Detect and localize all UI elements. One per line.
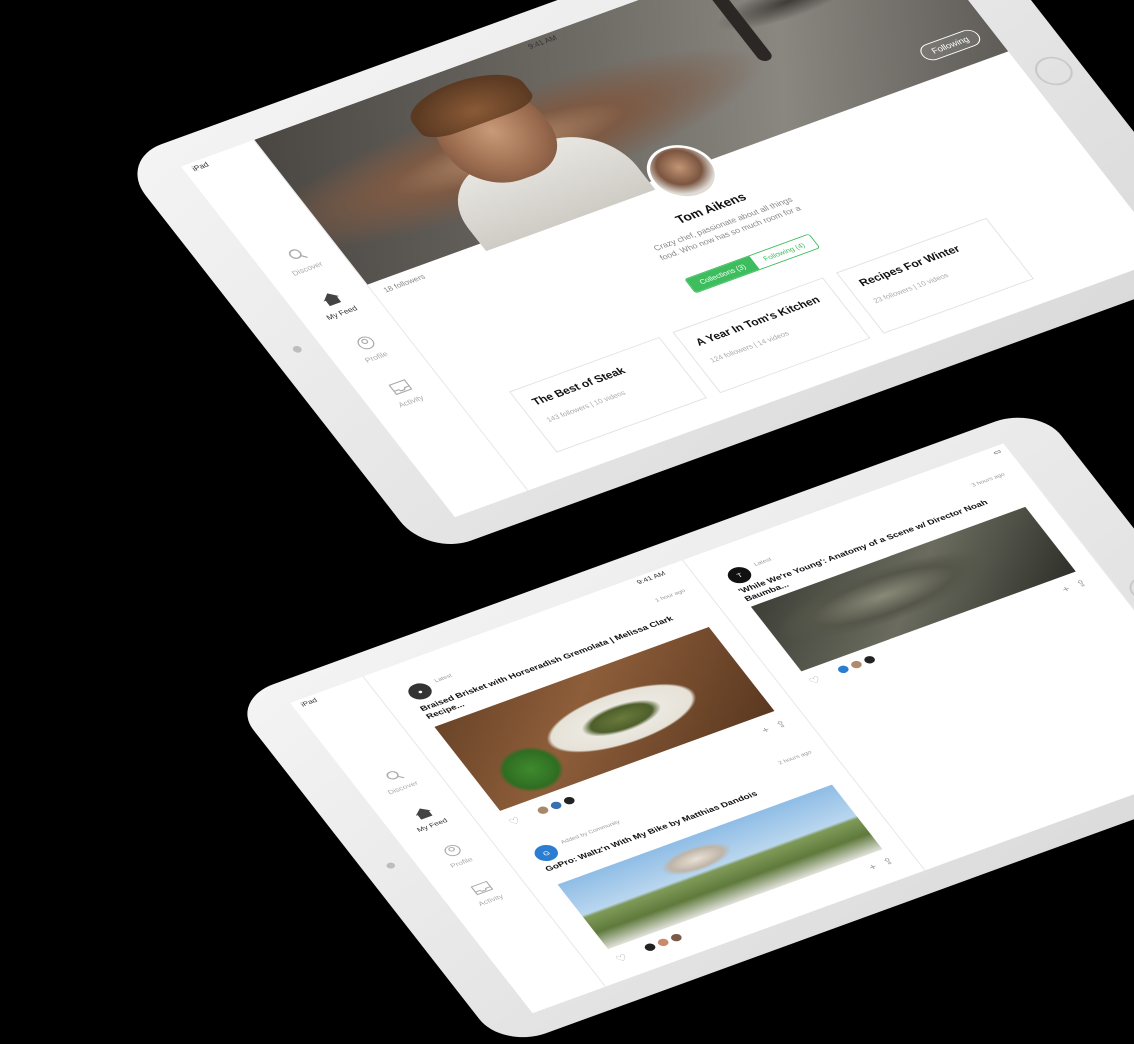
follower-avatar (860, 653, 879, 666)
card-meta: Latest (433, 673, 454, 684)
add-icon[interactable]: + (866, 861, 880, 872)
card-actions-right: + ⇪ (1059, 577, 1090, 595)
home-icon (315, 287, 346, 309)
card-followers (641, 931, 686, 954)
tab-collections[interactable]: Collections (3) (685, 256, 760, 293)
card-meta: Latest (752, 556, 774, 568)
card-actions: ♡ (506, 815, 523, 828)
like-icon[interactable]: ♡ (806, 674, 823, 687)
follower-avatar (667, 931, 686, 944)
like-icon[interactable]: ♡ (613, 952, 630, 965)
add-icon[interactable]: + (759, 724, 773, 735)
following-button[interactable]: Following (916, 27, 985, 63)
like-icon[interactable]: ♡ (506, 815, 523, 828)
publisher-avatar[interactable]: ● (404, 680, 436, 703)
card-actions: ♡ (806, 674, 823, 687)
card-timestamp: 1 hour ago (654, 588, 687, 604)
card-timestamp: 2 hours ago (777, 749, 814, 766)
collection-videos: 14 videos (755, 329, 791, 348)
user-icon (350, 332, 381, 354)
share-icon[interactable]: ⇪ (773, 718, 790, 730)
cover-photo: Following (254, 0, 1009, 285)
ipad-feed-device: iPad 9:41 AM ▭ Discover My Feed Profile … (230, 405, 1134, 1044)
card-followers (534, 794, 578, 817)
collection-videos: 10 videos (914, 271, 951, 290)
collection-followers: 23 followers (871, 284, 915, 305)
card-followers (834, 653, 879, 676)
collection-followers: 143 followers (544, 401, 592, 424)
share-icon[interactable]: ⇪ (880, 855, 897, 867)
collection-videos: 10 videos (591, 388, 628, 407)
card-actions-right: + ⇪ (759, 718, 790, 736)
collection-card[interactable]: Recipes For Winter 23 followers | 10 vid… (836, 217, 1035, 334)
home-button[interactable] (1027, 52, 1080, 90)
share-icon[interactable]: ⇪ (1073, 577, 1090, 589)
inbox-icon (384, 376, 415, 398)
follower-avatar (560, 794, 578, 807)
card-actions-right: + ⇪ (866, 855, 897, 873)
front-camera (291, 344, 304, 354)
carrier-label: iPad (190, 160, 211, 173)
tab-following[interactable]: Following (4) (749, 234, 819, 270)
card-actions: ♡ (613, 952, 630, 965)
collection-card[interactable]: A Year In Tom's Kitchen 124 followers | … (672, 277, 871, 394)
front-camera (384, 861, 397, 870)
card-timestamp: 3 hours ago (970, 471, 1007, 489)
collection-followers: 124 followers (707, 342, 755, 365)
search-icon (281, 243, 312, 265)
add-icon[interactable]: + (1059, 583, 1073, 594)
hanging-pan-image (695, 0, 775, 63)
battery-icon: ▭ (991, 447, 1003, 457)
collection-card[interactable]: The Best of Steak 143 followers | 10 vid… (509, 336, 708, 453)
